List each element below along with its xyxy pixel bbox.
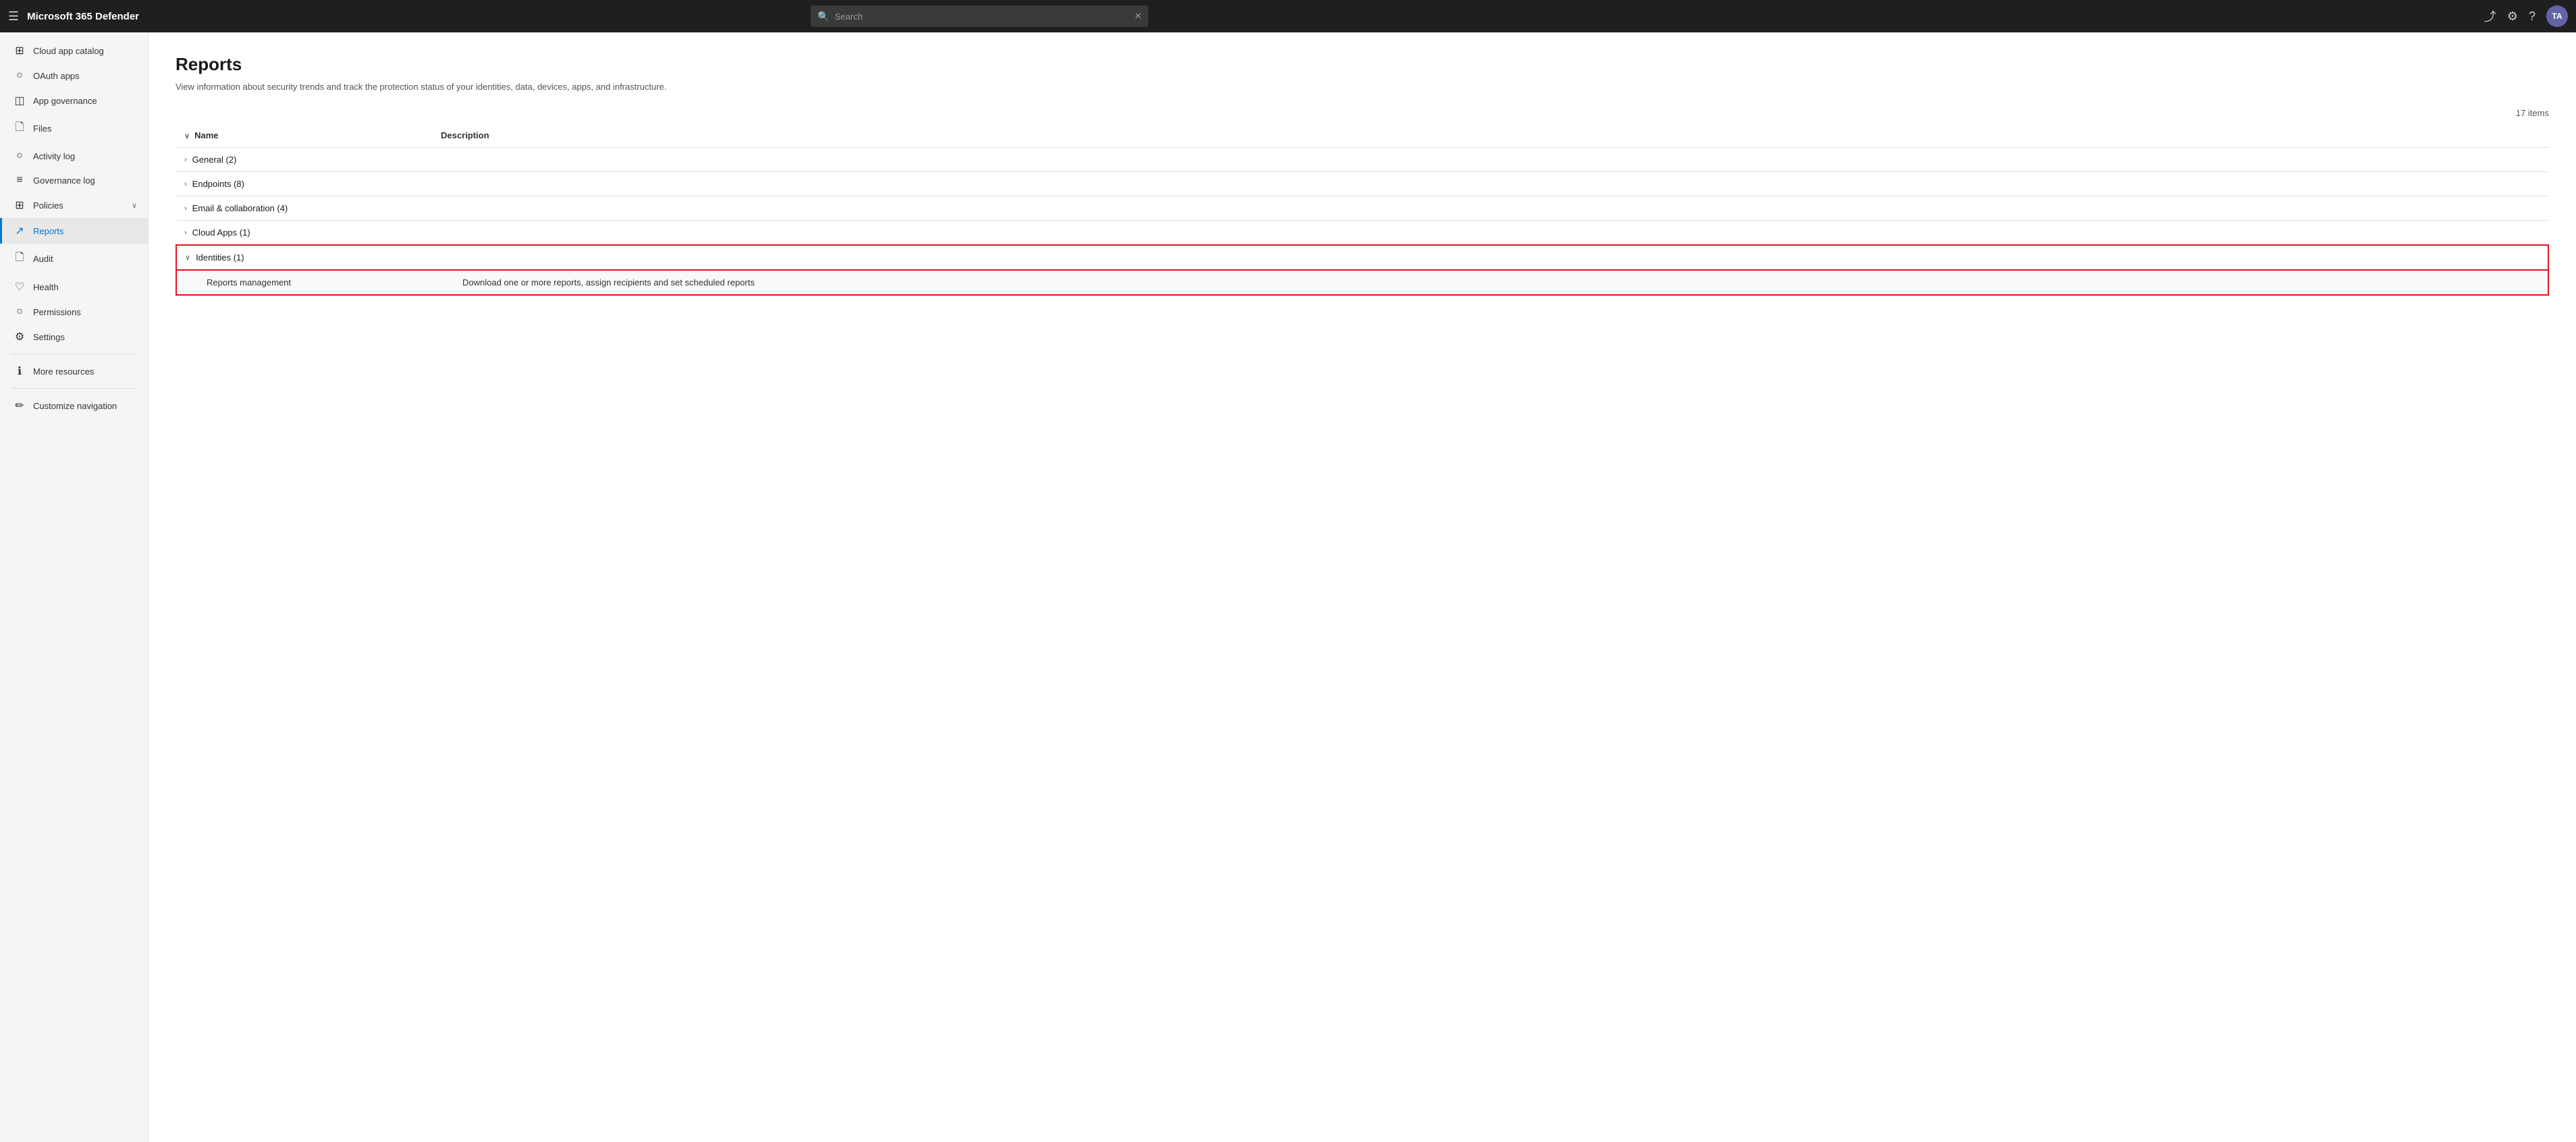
search-box[interactable]: 🔍 ✕ <box>811 5 1148 27</box>
activity-log-icon: ○ <box>13 150 26 162</box>
sidebar-item-activity-log[interactable]: ○ Activity log <box>0 144 148 168</box>
audit-icon: 🗋 <box>13 250 26 268</box>
reports-icon: ↗ <box>13 224 26 238</box>
column-header-name[interactable]: ∨ Name <box>176 124 433 148</box>
page-subtitle: View information about security trends a… <box>176 82 2549 92</box>
help-icon[interactable]: ? <box>2529 9 2535 24</box>
sidebar-label-health: Health <box>33 282 59 292</box>
sidebar-label-files: Files <box>33 124 51 134</box>
sidebar-divider-2 <box>11 388 137 389</box>
search-icon: 🔍 <box>817 11 829 22</box>
group-label-cloud-apps: Cloud Apps (1) <box>192 227 250 238</box>
group-row-identities[interactable]: ∨ Identities (1) <box>176 245 2548 270</box>
sidebar-item-permissions[interactable]: ○ Permissions <box>0 300 148 324</box>
table-header: ∨ Name Description <box>176 124 2548 148</box>
topbar-left: ☰ Microsoft 365 Defender <box>8 9 139 24</box>
sidebar-item-reports[interactable]: ↗ Reports <box>0 218 148 244</box>
reports-table: ∨ Name Description › General (2) <box>176 124 2549 296</box>
app-governance-icon: ◫ <box>13 94 26 107</box>
table-body: › General (2) › Endpoints (8) <box>176 148 2548 296</box>
sidebar-item-files[interactable]: 🗋 Files <box>0 113 148 144</box>
chevron-right-icon: › <box>184 156 187 164</box>
chevron-down-icon: ∨ <box>185 253 190 262</box>
sidebar-item-health[interactable]: ♡ Health <box>0 274 148 300</box>
chevron-right-icon: › <box>184 180 187 188</box>
oauth-icon: ○ <box>13 70 26 82</box>
share-icon[interactable]: ⤴ <box>2484 7 2496 25</box>
sidebar-label-cloud-app-catalog: Cloud app catalog <box>33 46 104 56</box>
health-icon: ♡ <box>13 280 26 294</box>
user-avatar[interactable]: TA <box>2546 5 2568 27</box>
topbar-right: ⤴ ⚙ ? TA <box>2484 5 2568 27</box>
hamburger-icon[interactable]: ☰ <box>8 9 19 24</box>
child-description-reports-management: Download one or more reports, assign rec… <box>433 270 2548 295</box>
group-row-cloud-apps[interactable]: › Cloud Apps (1) <box>176 221 2548 246</box>
table-row-reports-management[interactable]: Reports management Download one or more … <box>176 270 2548 295</box>
main-layout: ⊞ Cloud app catalog ○ OAuth apps ◫ App g… <box>0 32 2576 1142</box>
chevron-right-icon: › <box>184 205 187 213</box>
sidebar-item-policies[interactable]: ⊞ Policies ∨ <box>0 192 148 218</box>
policies-chevron-icon: ∨ <box>132 201 137 210</box>
app-title: Microsoft 365 Defender <box>27 11 139 22</box>
sort-icon: ∨ <box>184 132 192 140</box>
governance-log-icon: ≡ <box>13 174 26 186</box>
grid-icon: ⊞ <box>13 44 26 57</box>
customize-navigation-icon: ✏ <box>13 399 26 412</box>
topbar: ☰ Microsoft 365 Defender 🔍 ✕ ⤴ ⚙ ? TA <box>0 0 2576 32</box>
sidebar: ⊞ Cloud app catalog ○ OAuth apps ◫ App g… <box>0 32 149 1142</box>
sidebar-label-customize-navigation: Customize navigation <box>33 401 117 411</box>
settings-nav-icon: ⚙ <box>13 330 26 344</box>
sidebar-label-settings: Settings <box>33 332 65 342</box>
group-label-endpoints: Endpoints (8) <box>192 179 244 189</box>
sidebar-label-more-resources: More resources <box>33 366 94 377</box>
group-label-general: General (2) <box>192 155 237 165</box>
sidebar-item-customize-navigation[interactable]: ✏ Customize navigation <box>0 393 148 418</box>
chevron-right-icon: › <box>184 229 187 237</box>
search-input[interactable] <box>835 11 1129 22</box>
items-count: 17 items <box>176 108 2549 118</box>
group-label-identities: Identities (1) <box>196 252 244 263</box>
sidebar-label-audit: Audit <box>33 254 53 264</box>
sidebar-item-audit[interactable]: 🗋 Audit <box>0 244 148 274</box>
child-label-reports-management: Reports management <box>176 270 433 295</box>
sidebar-label-reports: Reports <box>33 226 64 236</box>
sidebar-item-app-governance[interactable]: ◫ App governance <box>0 88 148 113</box>
column-header-description: Description <box>433 124 2548 148</box>
sidebar-label-app-governance: App governance <box>33 96 97 106</box>
files-icon: 🗋 <box>13 119 26 138</box>
sidebar-top: ⊞ Cloud app catalog ○ OAuth apps ◫ App g… <box>0 32 148 424</box>
sidebar-item-cloud-app-catalog[interactable]: ⊞ Cloud app catalog <box>0 38 148 63</box>
sidebar-label-activity-log: Activity log <box>33 151 75 161</box>
page-title: Reports <box>176 54 2549 75</box>
policies-icon: ⊞ <box>13 198 26 212</box>
sidebar-item-settings[interactable]: ⚙ Settings <box>0 324 148 350</box>
group-row-email-collaboration[interactable]: › Email & collaboration (4) <box>176 196 2548 221</box>
settings-icon[interactable]: ⚙ <box>2507 9 2518 24</box>
group-row-general[interactable]: › General (2) <box>176 148 2548 172</box>
close-icon[interactable]: ✕ <box>1134 11 1142 22</box>
sidebar-label-permissions: Permissions <box>33 307 81 317</box>
sidebar-label-governance-log: Governance log <box>33 175 95 186</box>
group-label-email-collaboration: Email & collaboration (4) <box>192 203 288 213</box>
group-row-endpoints[interactable]: › Endpoints (8) <box>176 172 2548 196</box>
sidebar-item-oauth-apps[interactable]: ○ OAuth apps <box>0 63 148 88</box>
more-resources-icon: ℹ <box>13 364 26 378</box>
sidebar-item-more-resources[interactable]: ℹ More resources <box>0 358 148 384</box>
sidebar-label-policies: Policies <box>33 200 63 211</box>
permissions-icon: ○ <box>13 306 26 318</box>
main-content: Reports View information about security … <box>149 32 2576 1142</box>
sidebar-item-governance-log[interactable]: ≡ Governance log <box>0 168 148 192</box>
sidebar-label-oauth-apps: OAuth apps <box>33 71 80 81</box>
